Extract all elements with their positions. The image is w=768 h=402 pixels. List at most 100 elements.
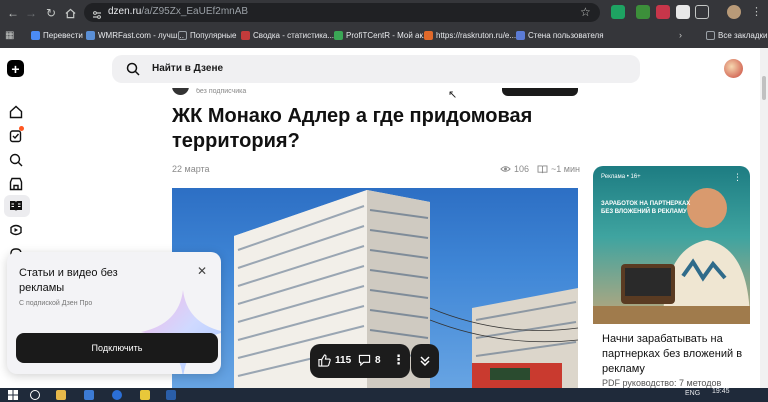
home-icon[interactable] xyxy=(61,4,79,22)
article-action-bar: 115 8 ⋮ xyxy=(310,344,410,378)
ad-card[interactable]: Реклама • 16+ ⋮ ЗАРАБОТОК НА ПАРТНЕРКАХ … xyxy=(593,166,750,388)
rail-articles[interactable] xyxy=(8,198,24,214)
ad-image: Реклама • 16+ ⋮ ЗАРАБОТОК НА ПАРТНЕРКАХ … xyxy=(593,166,750,324)
dzen-header: + Найти в Дзене ↖ xyxy=(0,48,760,101)
reload-icon[interactable]: ↻ xyxy=(42,4,60,22)
bookmark-item[interactable]: Перевести xyxy=(31,31,83,40)
notification-dot xyxy=(19,126,24,131)
shop-icon xyxy=(9,177,23,191)
rail-home[interactable] xyxy=(8,104,24,120)
book-icon xyxy=(537,164,548,173)
url-host: dzen.ru xyxy=(108,6,142,17)
mouse-cursor-icon: ↖ xyxy=(448,89,458,101)
all-bookmarks[interactable]: Все закладки xyxy=(706,31,767,40)
taskbar-app-icon[interactable] xyxy=(112,390,122,400)
scrollbar-thumb[interactable] xyxy=(762,76,766,100)
folder-icon xyxy=(178,31,187,40)
windows-start-icon[interactable] xyxy=(8,390,18,400)
article-title: ЖК Монако Адлер а где придомовая террито… xyxy=(172,105,533,152)
search-placeholder: Найти в Дзене xyxy=(152,63,224,74)
views-count: 106 xyxy=(500,164,529,174)
site-favicon-icon xyxy=(516,31,525,40)
scroll-down-button[interactable] xyxy=(411,344,439,378)
ad-menu-icon[interactable]: ⋮ xyxy=(733,172,742,183)
browser-menu-icon[interactable]: ⋮ xyxy=(751,5,762,18)
double-chevron-down-icon xyxy=(420,356,430,367)
ad-subtitle: PDF руководство: 7 методов xyxy=(602,378,722,388)
ad-headline: Начни зарабатывать на партнерках без вло… xyxy=(602,333,743,375)
ad-person-illustration xyxy=(593,188,750,324)
windows-taskbar: ENG 19:45 xyxy=(0,388,768,402)
rail-video[interactable] xyxy=(8,222,24,238)
bookmark-item[interactable]: WMRFast.com - лучш... xyxy=(86,31,184,40)
bookmark-item[interactable]: Популярные xyxy=(178,31,236,40)
taskbar-app-icon[interactable] xyxy=(84,390,94,400)
url-text: dzen.ru/a/Z95Zx_EaUEf2mnAB xyxy=(108,6,248,17)
popup-subtitle: С подпиской Дзен Про xyxy=(19,300,93,307)
apps-grid-icon[interactable]: ▦ xyxy=(5,30,14,41)
comments-button[interactable]: 8 xyxy=(358,354,381,366)
folder-icon xyxy=(706,31,715,40)
author-subscribers: без подписчика xyxy=(196,88,247,95)
read-time: ~1 мин xyxy=(537,164,580,174)
article-date: 22 марта xyxy=(172,164,210,174)
taskbar-search-icon[interactable] xyxy=(30,390,40,400)
ad-promo-text: ЗАРАБОТОК НА ПАРТНЕРКАХ БЕЗ ВЛОЖЕНИЙ В Р… xyxy=(601,201,691,215)
taskbar-app-icon[interactable] xyxy=(166,390,176,400)
video-icon xyxy=(10,224,22,236)
extension-red-icon[interactable] xyxy=(656,5,670,19)
search-icon xyxy=(9,153,23,167)
extension-mail-icon[interactable] xyxy=(676,5,690,19)
bookmarks-overflow-icon[interactable]: › xyxy=(679,30,682,40)
extensions-puzzle-icon[interactable] xyxy=(695,5,709,19)
home-icon xyxy=(9,105,23,119)
search-input[interactable]: Найти в Дзене xyxy=(112,55,640,83)
popup-heading: Статьи и видео без рекламы xyxy=(19,267,118,294)
browser-chrome: ← → ↻ dzen.ru/a/Z95Zx_EaUEf2mnAB ☆ ⋮ ▦ П… xyxy=(0,0,768,48)
connect-button[interactable]: Подключить xyxy=(16,333,218,363)
browser-toolbar: ← → ↻ dzen.ru/a/Z95Zx_EaUEf2mnAB ☆ ⋮ xyxy=(0,0,768,25)
close-icon[interactable]: ✕ xyxy=(195,264,209,278)
article-stats: 106 ~1 мин xyxy=(500,164,580,174)
subscription-popup: Статьи и видео без рекламы С подпиской Д… xyxy=(7,252,221,374)
page-scrollbar[interactable] xyxy=(760,48,768,388)
avatar[interactable] xyxy=(724,59,743,78)
subscribe-button[interactable] xyxy=(502,88,578,96)
site-favicon-icon xyxy=(424,31,433,40)
bookmark-item[interactable]: Сводка - статистика... xyxy=(241,31,334,40)
comment-icon xyxy=(358,354,371,366)
site-info-icon[interactable] xyxy=(92,7,102,19)
address-bar[interactable]: dzen.ru/a/Z95Zx_EaUEf2mnAB ☆ xyxy=(84,3,600,22)
file-explorer-icon[interactable] xyxy=(56,390,66,400)
back-arrow-icon[interactable]: ← xyxy=(4,4,22,22)
rail-search[interactable] xyxy=(8,152,24,168)
bookmark-item[interactable]: ProfiTCentR - Мой ак... xyxy=(334,31,430,40)
site-favicon-icon xyxy=(334,31,343,40)
bookmarks-bar: ▦ Перевести WMRFast.com - лучш... Популя… xyxy=(0,27,768,47)
dzen-logo[interactable]: + xyxy=(7,60,24,77)
search-icon xyxy=(126,62,140,76)
bookmark-star-icon[interactable]: ☆ xyxy=(580,5,591,19)
page-content: без подписчика ЖК Монако Адлер а где при… xyxy=(0,48,768,388)
rail-channels[interactable] xyxy=(8,176,24,192)
profile-avatar-icon[interactable] xyxy=(727,5,741,19)
open-book-icon xyxy=(10,201,22,211)
eye-icon xyxy=(500,166,511,172)
site-favicon-icon xyxy=(86,31,95,40)
like-button[interactable]: 115 xyxy=(318,354,351,367)
clock[interactable]: 19:45 xyxy=(712,388,730,395)
rail-subscriptions[interactable] xyxy=(8,126,24,144)
extension-green-icon[interactable] xyxy=(611,5,625,19)
chrome-taskbar-icon[interactable] xyxy=(140,390,150,400)
checklist-icon xyxy=(9,130,22,143)
translate-icon xyxy=(31,31,40,40)
ad-label: Реклама • 16+ xyxy=(601,174,641,180)
more-options-icon[interactable]: ⋮ xyxy=(392,352,405,368)
extension-leaf-icon[interactable] xyxy=(636,5,650,19)
bookmark-item[interactable]: Стена пользователя xyxy=(516,31,604,40)
bookmark-item[interactable]: https://raskruton.ru/e... xyxy=(424,31,516,40)
thumbs-up-icon xyxy=(318,354,331,367)
language-indicator[interactable]: ENG xyxy=(685,390,700,397)
url-path: /a/Z95Zx_EaUEf2mnAB xyxy=(141,6,249,17)
forward-arrow-icon[interactable]: → xyxy=(22,4,40,22)
